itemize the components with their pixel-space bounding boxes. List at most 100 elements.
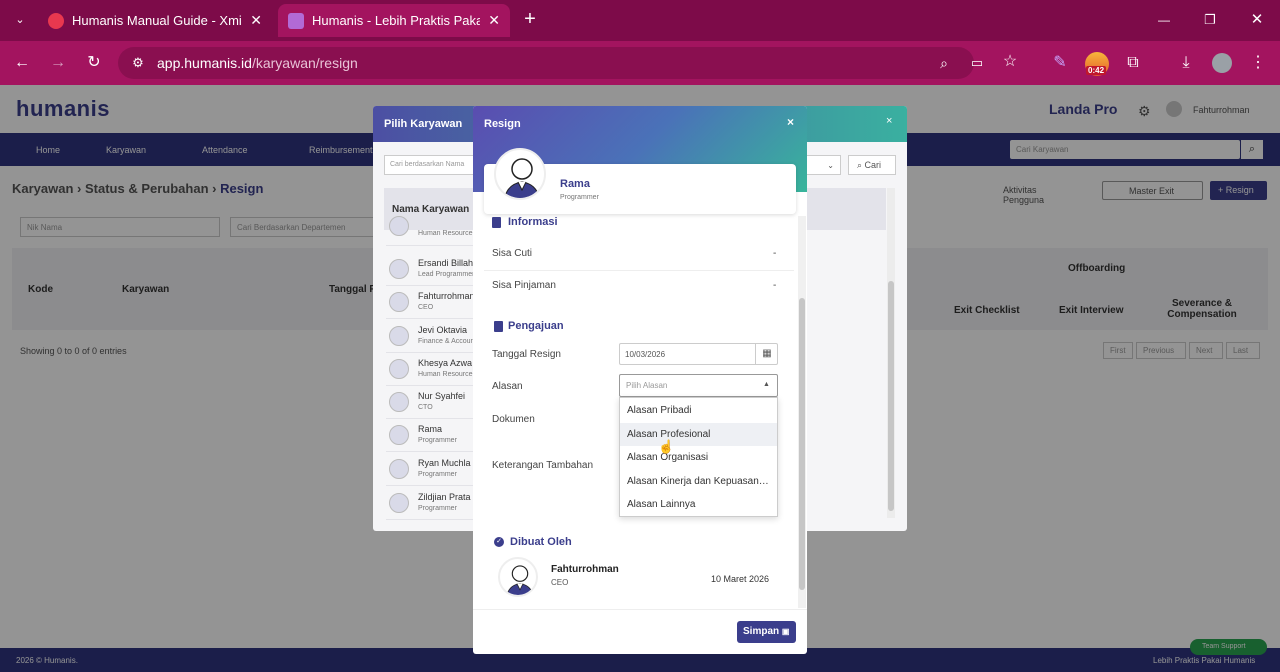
forward-icon[interactable]: → <box>48 53 68 73</box>
browser-tab-xmind[interactable]: Humanis Manual Guide - Xmind ✕ <box>38 4 272 37</box>
informasi-title: Informasi <box>508 216 558 228</box>
new-tab-button[interactable]: + <box>520 9 540 29</box>
pilih-row[interactable]: Jevi Oktavia Finance & Accounting <box>386 320 486 353</box>
option-alasan-profesional[interactable]: Alasan Profesional <box>620 423 777 446</box>
restore-button[interactable]: ❐ <box>1200 10 1220 30</box>
dibuat-oleh-title: Dibuat Oleh <box>510 536 572 548</box>
pilih-row[interactable]: Zildjian Prata Programmer <box>386 487 486 520</box>
option-alasan-lainnya[interactable]: Alasan Lainnya <box>620 493 777 516</box>
check-circle-icon: ✓ <box>494 537 504 547</box>
creator-job: CEO <box>551 578 569 587</box>
pilih-row-job: CEO <box>418 304 434 311</box>
creator-name: Fahturrohman <box>551 564 619 575</box>
alasan-select[interactable]: Pilih Alasan ▲ <box>619 374 778 397</box>
pilih-row[interactable]: Ryan Muchla Programmer <box>386 453 486 486</box>
timer-badge: 0:42 <box>1086 66 1107 75</box>
pilih-search-button[interactable]: ⌕ Cari <box>848 155 896 175</box>
pilih-modal-title: Pilih Karyawan <box>384 118 463 130</box>
mouse-cursor-icon: ☝ <box>658 439 675 454</box>
pilih-row[interactable]: Nur Syahfei CTO <box>386 386 486 419</box>
keterangan-label: Keterangan Tambahan <box>492 460 594 471</box>
bookmark-star-icon[interactable]: ☆ <box>1000 52 1020 72</box>
resign-modal-footer-divider <box>473 609 807 610</box>
created-date: 10 Maret 2026 <box>711 574 770 584</box>
download-icon[interactable]: ⤓ <box>1176 53 1196 73</box>
close-tab-icon[interactable]: ✕ <box>488 12 500 29</box>
resign-modal-close-icon[interactable]: × <box>787 115 794 129</box>
save-disk-icon: ▣ <box>781 627 790 636</box>
pengajuan-title: Pengajuan <box>508 320 564 332</box>
avatar <box>389 425 409 445</box>
alasan-dropdown: Alasan Pribadi Alasan Profesional Alasan… <box>619 397 778 517</box>
pilih-row[interactable]: Rama Programmer <box>386 419 486 452</box>
avatar <box>389 459 409 479</box>
extensions-puzzle-icon[interactable]: ⧉ <box>1123 53 1143 73</box>
dokumen-label: Dokumen <box>492 414 535 425</box>
zoom-icon[interactable]: ⌕ <box>934 53 954 73</box>
creator-avatar <box>498 557 538 597</box>
feather-extension-icon[interactable]: ✎ <box>1050 53 1070 73</box>
alasan-label: Alasan <box>492 381 523 392</box>
avatar <box>389 493 409 513</box>
option-alasan-kinerja[interactable]: Alasan Kinerja dan Kepuasan Kerja <box>620 470 777 493</box>
tab-title: Humanis - Lebih Praktis Pakai Humanis <box>312 13 481 28</box>
pilih-column-nama: Nama Karyawan <box>392 204 470 215</box>
pilih-search-input[interactable]: Cari berdasarkan Nama <box>384 155 484 175</box>
close-window-button[interactable]: ✕ <box>1247 10 1267 30</box>
avatar <box>389 392 409 412</box>
pilih-row[interactable]: Human Resource <box>386 216 486 246</box>
browser-menu-icon[interactable]: ⋮ <box>1248 53 1268 73</box>
pilih-row-name: Ryan Muchla <box>418 458 471 468</box>
pilih-row-job: Programmer <box>418 437 457 444</box>
sisa-pinjaman-value: - <box>773 280 777 291</box>
calendar-icon[interactable]: ▦ <box>755 344 778 364</box>
avatar <box>389 292 409 312</box>
pilih-row-job: Programmer <box>418 471 457 478</box>
close-tab-icon[interactable]: ✕ <box>250 12 262 29</box>
alasan-placeholder: Pilih Alasan <box>626 381 668 390</box>
pilih-row-name: Rama <box>418 424 443 434</box>
tab-search-chevron-icon[interactable]: ⌄ <box>10 10 30 30</box>
pilih-row-name: Nur Syahfei <box>418 391 466 401</box>
pilih-scrollbar-thumb[interactable] <box>888 281 894 511</box>
row-divider <box>484 270 794 271</box>
tanggal-resign-input[interactable]: 10/03/2026 ▦ <box>619 343 778 365</box>
pilih-row-name: Khesya Azwa <box>418 358 473 368</box>
install-app-icon[interactable]: ▭ <box>967 53 987 73</box>
employee-avatar <box>494 148 546 200</box>
pilih-row[interactable]: Khesya Azwa Human Resource <box>386 353 486 386</box>
tanggal-resign-label: Tanggal Resign <box>492 349 561 360</box>
pilih-row-job: Lead Programmer <box>418 271 475 278</box>
option-alasan-pribadi[interactable]: Alasan Pribadi <box>620 399 777 422</box>
pengajuan-icon <box>494 321 503 332</box>
pilih-row[interactable]: Fahturrohman CEO <box>386 286 486 319</box>
minimize-button[interactable]: — <box>1154 10 1174 30</box>
tab-title: Humanis Manual Guide - Xmind <box>72 13 243 28</box>
reload-icon[interactable]: ↻ <box>84 53 104 73</box>
pilih-row-name: Jevi Oktavia <box>418 325 468 335</box>
option-alasan-organisasi[interactable]: Alasan Organisasi <box>620 446 777 469</box>
tanggal-resign-value: 10/03/2026 <box>625 350 666 359</box>
pilih-modal-close-icon[interactable]: × <box>886 115 892 127</box>
address-bar[interactable]: ⚙ app.humanis.id/karyawan/resign ⌕ ▭ ☆ <box>118 47 1017 79</box>
avatar <box>389 259 409 279</box>
pilih-row-job: Human Resource <box>418 371 473 378</box>
sisa-cuti-value: - <box>773 248 777 259</box>
employee-name: Rama <box>560 178 590 190</box>
informasi-icon <box>492 217 501 228</box>
back-icon[interactable]: ← <box>12 53 32 73</box>
pilih-row-job: Human Resource <box>418 230 473 237</box>
pilih-row-job: Programmer <box>418 505 457 512</box>
pilih-row[interactable]: Ersandi Billah Lead Programmer <box>386 253 486 286</box>
profile-avatar[interactable] <box>1212 53 1232 73</box>
simpan-button[interactable]: Simpan ▣ <box>737 621 796 643</box>
browser-tab-humanis[interactable]: Humanis - Lebih Praktis Pakai Humanis ✕ <box>278 4 510 37</box>
site-settings-icon[interactable]: ⚙ <box>128 53 148 73</box>
humanis-favicon-icon <box>288 12 304 29</box>
url-text: app.humanis.id/karyawan/resign <box>157 55 358 71</box>
pilih-row-name: Zildjian Prata <box>418 492 471 502</box>
avatar <box>389 326 409 346</box>
resign-scrollbar-thumb[interactable] <box>799 298 805 590</box>
xmind-favicon-icon <box>48 12 64 29</box>
simpan-label: Simpan <box>743 626 780 637</box>
